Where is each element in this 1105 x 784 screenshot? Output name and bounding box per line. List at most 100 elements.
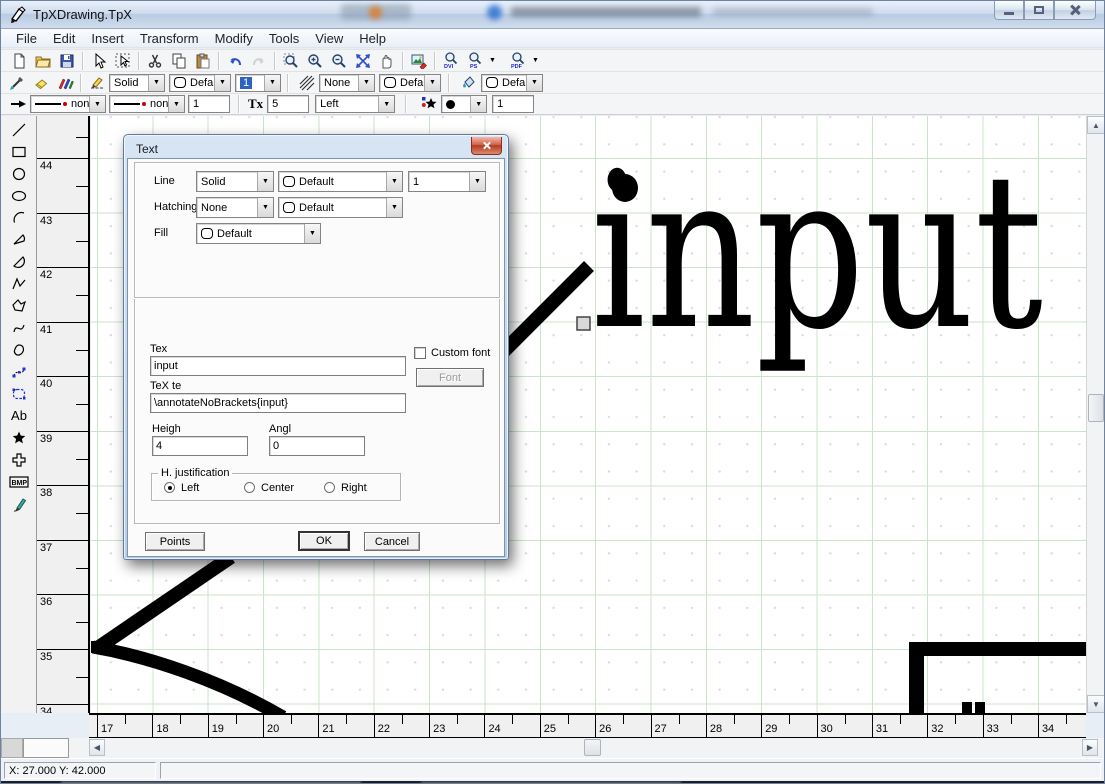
justify-left-radio[interactable] (164, 482, 175, 493)
combo-arrow-icon[interactable]: ▼ (386, 172, 402, 191)
tool-closed-bezier[interactable] (6, 383, 32, 404)
tool-rectangle[interactable] (6, 141, 32, 162)
dialog-fill-color-combo[interactable]: Default ▼ (196, 223, 321, 244)
hatch-style-combo[interactable]: None ▼ (319, 74, 375, 92)
arrow-icon-button[interactable] (6, 94, 30, 115)
vertical-scroll-thumb[interactable] (1088, 394, 1104, 422)
tool-curve[interactable] (6, 317, 32, 338)
cancel-button[interactable]: Cancel (364, 532, 420, 551)
angle-input[interactable] (269, 436, 365, 456)
menu-transform[interactable]: Transform (132, 29, 207, 48)
ok-button[interactable]: OK (298, 531, 350, 551)
open-button[interactable] (31, 50, 55, 71)
text-input[interactable] (150, 356, 406, 376)
line-style-combo[interactable]: Solid ▼ (109, 74, 165, 92)
redo-button[interactable] (247, 50, 271, 71)
dialog-titlebar[interactable]: Text (127, 138, 505, 158)
pdf-dropdown-caret[interactable]: ▼ (530, 50, 541, 71)
tool-polyline[interactable] (6, 273, 32, 294)
menu-insert[interactable]: Insert (83, 29, 132, 48)
arrow-begin-combo[interactable]: none ▼ (30, 95, 106, 113)
dialog-hatch-style-combo[interactable]: None ▼ (196, 197, 274, 218)
point-shape-combo[interactable]: ▼ (441, 95, 487, 113)
combo-arrow-icon[interactable]: ▼ (304, 224, 320, 243)
default-properties-button[interactable] (29, 72, 53, 93)
tool-sector[interactable] (6, 229, 32, 250)
menu-file[interactable]: File (8, 29, 45, 48)
tool-symbol[interactable] (6, 449, 32, 470)
point-size-input[interactable] (492, 95, 534, 113)
tool-line[interactable] (6, 119, 32, 140)
horizontal-scroll-thumb[interactable] (584, 739, 601, 756)
tex-text-input[interactable] (150, 393, 406, 413)
dialog-line-width-combo[interactable]: 1 ▼ (408, 171, 486, 192)
tool-freehand[interactable] (6, 493, 32, 514)
tool-closed-curve[interactable] (6, 339, 32, 360)
combo-arrow-icon[interactable]: ▼ (214, 75, 230, 91)
arrow-size-input[interactable] (188, 95, 230, 113)
minimize-button[interactable] (994, 1, 1024, 20)
justify-right-radio[interactable] (324, 482, 335, 493)
tool-segment[interactable] (6, 251, 32, 272)
apply-properties-button[interactable] (53, 72, 77, 93)
copy-button[interactable] (167, 50, 191, 71)
line-width-combo[interactable]: 1 ▼ (235, 74, 281, 92)
save-button[interactable] (55, 50, 79, 71)
horizontal-scrollbar[interactable]: ◀ ▶ (1, 738, 1105, 758)
line-style-icon-button[interactable] (85, 72, 109, 93)
arrow-end-combo[interactable]: none ▼ (109, 95, 185, 113)
custom-font-checkbox[interactable] (414, 347, 426, 359)
tool-circle[interactable] (6, 163, 32, 184)
titlebar[interactable]: TpXDrawing.TpX (1, 1, 1105, 29)
combo-arrow-icon[interactable]: ▼ (378, 96, 394, 112)
points-button[interactable]: Points (145, 532, 205, 551)
menu-edit[interactable]: Edit (45, 29, 83, 48)
pick-properties-button[interactable] (5, 72, 29, 93)
hatch-color-combo[interactable]: Defau ▼ (379, 74, 441, 92)
tool-ellipse[interactable] (6, 185, 32, 206)
menu-modify[interactable]: Modify (207, 29, 261, 48)
tool-bezier[interactable] (6, 361, 32, 382)
menu-tools[interactable]: Tools (261, 29, 307, 48)
menu-help[interactable]: Help (351, 29, 394, 48)
fill-icon-button[interactable] (457, 72, 481, 93)
cut-button[interactable] (143, 50, 167, 71)
pan-button[interactable] (375, 50, 399, 71)
paste-button[interactable] (191, 50, 215, 71)
tool-bitmap[interactable]: BMP (6, 471, 32, 492)
point-icon-button[interactable] (417, 94, 441, 115)
select-button[interactable] (87, 50, 111, 71)
dialog-line-color-combo[interactable]: Default ▼ (278, 171, 403, 192)
dialog-line-style-combo[interactable]: Solid ▼ (196, 171, 274, 192)
zoom-in-button[interactable] (303, 50, 327, 71)
text-justification-combo[interactable]: Left ▼ (315, 95, 395, 113)
tool-arc[interactable] (6, 207, 32, 228)
combo-arrow-icon[interactable]: ▼ (470, 96, 486, 112)
select-area-button[interactable] (111, 50, 135, 71)
hatch-icon-button[interactable] (295, 72, 319, 93)
combo-arrow-icon[interactable]: ▼ (264, 75, 280, 91)
combo-arrow-icon[interactable]: ▼ (168, 96, 184, 112)
combo-arrow-icon[interactable]: ▼ (424, 75, 440, 91)
scroll-left-button[interactable]: ◀ (89, 739, 105, 756)
preview-pdf-button[interactable]: PDF (506, 50, 530, 71)
preview-dvi-button[interactable]: DVI (439, 50, 463, 71)
new-button[interactable] (7, 50, 31, 71)
tool-polygon[interactable] (6, 295, 32, 316)
combo-arrow-icon[interactable]: ▼ (148, 75, 164, 91)
scroll-up-button[interactable]: ▲ (1087, 116, 1105, 134)
combo-arrow-icon[interactable]: ▼ (89, 96, 105, 112)
combo-arrow-icon[interactable]: ▼ (358, 75, 374, 91)
menu-view[interactable]: View (307, 29, 351, 48)
combo-arrow-icon[interactable]: ▼ (386, 198, 402, 217)
scroll-right-button[interactable]: ▶ (1082, 739, 1098, 756)
dialog-close-button[interactable] (471, 137, 502, 155)
combo-arrow-icon[interactable]: ▼ (469, 172, 485, 191)
combo-arrow-icon[interactable]: ▼ (257, 198, 273, 217)
fill-color-combo[interactable]: Defau ▼ (481, 74, 543, 92)
tool-text[interactable]: Ab (6, 405, 32, 426)
ps-dropdown-caret[interactable]: ▼ (487, 50, 498, 71)
maximize-button[interactable] (1024, 1, 1054, 20)
height-input[interactable] (152, 436, 248, 456)
combo-arrow-icon[interactable]: ▼ (526, 75, 542, 91)
